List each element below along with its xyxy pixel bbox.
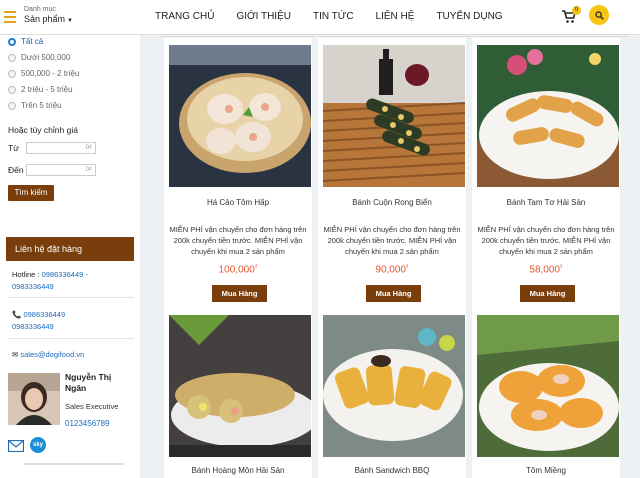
skype-icon[interactable]: sky xyxy=(30,437,46,453)
nav-news[interactable]: TIN TỨC xyxy=(313,11,354,22)
filter-search-button[interactable]: Tìm kiếm xyxy=(8,185,54,201)
product-card[interactable]: Tôm Miềng xyxy=(472,310,620,478)
category-dropdown[interactable]: Sản phẩm ▼ xyxy=(24,14,73,24)
product-card[interactable]: Bánh Sandwich BBQ xyxy=(318,310,466,478)
nav-careers[interactable]: TUYỂN DỤNG xyxy=(436,11,502,22)
contact-header: Liên hệ đặt hàng xyxy=(6,237,134,261)
product-name[interactable]: Bánh Hoàng Môn Hải Sản xyxy=(164,466,312,475)
cart-count-badge: 0 xyxy=(572,6,581,15)
site-header: Danh mục Sản phẩm ▼ TRANG CHỦ GIỚI THIỆU … xyxy=(0,0,640,35)
main-nav: TRANG CHỦ GIỚI THIỆU TIN TỨC LIÊN HỆ TUY… xyxy=(155,0,525,32)
buy-button[interactable]: Mua Hàng xyxy=(520,285,575,302)
hotline-block: Hotline : 0986336449 - 0983336449 xyxy=(12,270,88,291)
divider xyxy=(318,36,473,37)
sidebar: Tất cả Dưới 500,000 500,000 - 2 triệu 2 … xyxy=(0,35,140,478)
search-icon xyxy=(594,10,604,20)
nav-home[interactable]: TRANG CHỦ xyxy=(155,11,214,22)
product-name[interactable]: Bánh Tam Tơ Hải Sản xyxy=(472,198,620,207)
product-name[interactable]: Há Cảo Tôm Hấp xyxy=(164,198,312,207)
phone-1[interactable]: 0986336449 xyxy=(23,310,65,319)
email-link[interactable]: sales@dogifood.vn xyxy=(20,350,84,359)
product-image[interactable] xyxy=(323,315,465,457)
menu-icon[interactable] xyxy=(4,8,16,23)
buy-button[interactable]: Mua Hàng xyxy=(212,285,267,302)
product-description: MIỄN PHÍ vận chuyển cho đơn hàng trên 20… xyxy=(477,225,615,256)
radio-icon xyxy=(8,37,16,46)
product-name[interactable]: Tôm Miềng xyxy=(472,466,620,475)
nav-contact[interactable]: LIÊN HỆ xyxy=(376,11,415,22)
divider xyxy=(474,36,629,37)
product-description: MIỄN PHÍ vận chuyển cho đơn hàng trên 20… xyxy=(323,225,461,256)
sales-rep-role: Sales Executive xyxy=(65,402,119,411)
product-card[interactable]: Há Cảo Tôm Hấp MIỄN PHÍ vận chuyển cho đ… xyxy=(164,38,312,310)
divider xyxy=(8,297,134,298)
radio-icon xyxy=(8,85,16,94)
buy-button[interactable]: Mua Hàng xyxy=(366,285,421,302)
radio-icon xyxy=(8,101,16,110)
product-price: 100,000₫ xyxy=(218,264,258,276)
price-filter-over-5m[interactable]: Trên 5 triệu xyxy=(8,101,62,110)
divider xyxy=(160,36,315,37)
product-card[interactable]: Bánh Hoàng Môn Hải Sản xyxy=(164,310,312,478)
product-price: 58,000₫ xyxy=(529,264,563,276)
product-card[interactable]: Bánh Cuộn Rong Biển MIỄN PHÍ vận chuyển … xyxy=(318,38,466,310)
price-filter-500k-2m[interactable]: 500,000 - 2 triệu xyxy=(8,69,79,78)
hotline-2[interactable]: 0983336449 xyxy=(12,282,54,291)
price-filter-all[interactable]: Tất cả xyxy=(8,37,43,46)
search-button[interactable] xyxy=(589,5,609,25)
product-description: MIỄN PHÍ vận chuyển cho đơn hàng trên 20… xyxy=(169,225,307,256)
mail-icon: ✉ xyxy=(12,350,19,359)
product-image[interactable] xyxy=(169,45,311,187)
product-image[interactable] xyxy=(477,45,619,187)
price-filter-2m-5m[interactable]: 2 triệu - 5 triệu xyxy=(8,85,73,94)
category-label: Sản phẩm xyxy=(24,14,66,24)
nav-about[interactable]: GIỚI THIỆU xyxy=(236,11,291,22)
price-filter-under-500k[interactable]: Dưới 500,000 xyxy=(8,53,70,62)
product-name[interactable]: Bánh Cuộn Rong Biển xyxy=(318,198,466,207)
phone-icon: 📞 xyxy=(12,310,22,319)
product-image[interactable] xyxy=(169,315,311,457)
product-image[interactable] xyxy=(477,315,619,457)
caret-down-icon: ▼ xyxy=(67,18,73,24)
product-card[interactable]: Bánh Tam Tơ Hải Sản MIỄN PHÍ vận chuyển … xyxy=(472,38,620,310)
category-menu-caption: Danh mục xyxy=(24,6,56,13)
phone-2[interactable]: 0983336449 xyxy=(12,322,54,331)
product-price: 90,000₫ xyxy=(375,264,409,276)
product-name[interactable]: Bánh Sandwich BBQ xyxy=(318,466,466,475)
sales-rep-name: Nguyễn Thị Ngân xyxy=(65,372,112,393)
phone-block: 📞 0986336449 0983336449 xyxy=(12,309,65,333)
sales-rep-phone[interactable]: 0123456789 xyxy=(65,419,110,428)
sales-rep-avatar xyxy=(8,373,60,425)
custom-price-title: Hoặc tùy chỉnh giá xyxy=(8,125,78,135)
product-image[interactable] xyxy=(323,45,465,187)
radio-icon xyxy=(8,69,16,78)
radio-icon xyxy=(8,53,16,62)
email-contact-icon[interactable] xyxy=(8,440,24,452)
price-to-input[interactable]: 0₫ xyxy=(26,164,96,176)
sidebar-divider xyxy=(24,463,124,465)
email-block: ✉ sales@dogifood.vn xyxy=(12,349,84,361)
from-label: Từ xyxy=(8,143,19,153)
to-label: Đến xyxy=(8,165,24,175)
hotline-1[interactable]: 0986336449 - xyxy=(42,270,88,279)
divider xyxy=(8,338,134,339)
price-from-input[interactable]: 0₫ xyxy=(26,142,96,154)
